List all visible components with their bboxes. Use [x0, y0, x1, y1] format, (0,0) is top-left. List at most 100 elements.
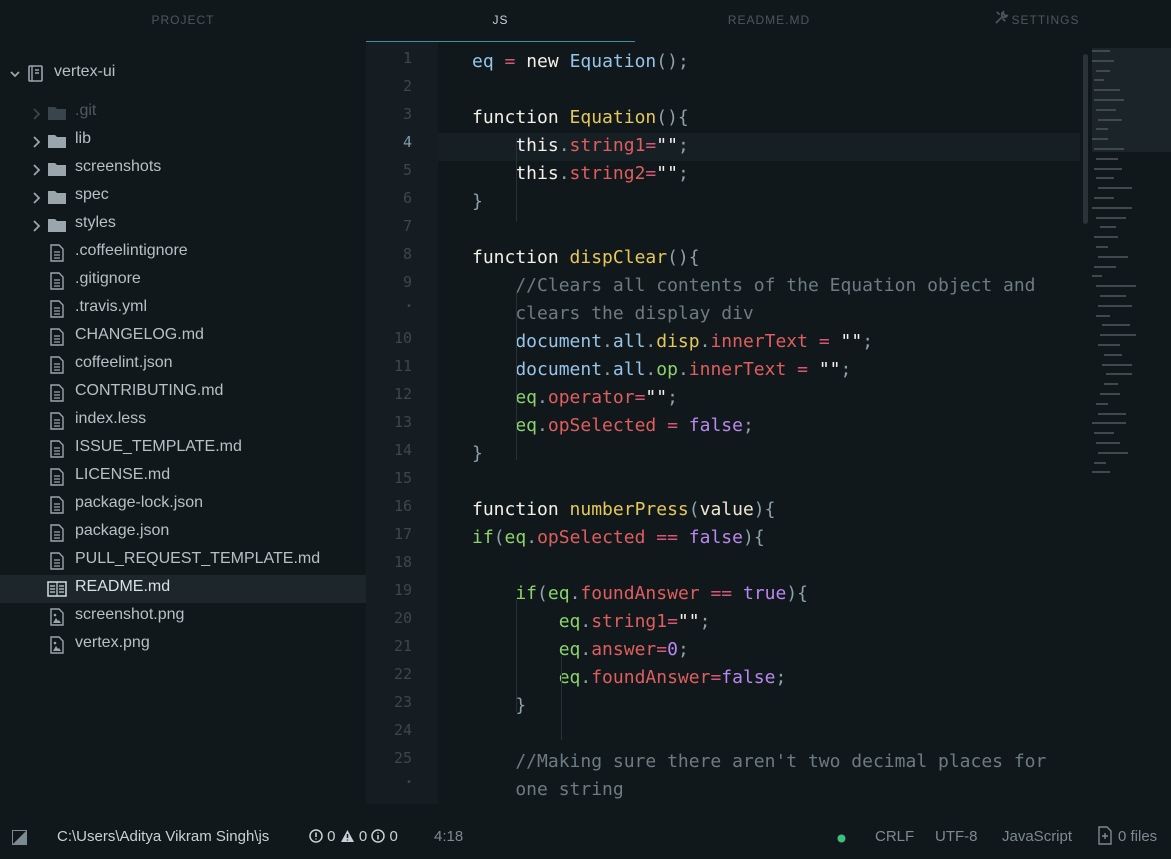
code-token: "" [818, 359, 841, 380]
code-line[interactable]: eq.foundAnswer=false; [472, 664, 787, 692]
tree-file[interactable]: .gitignore [0, 267, 366, 295]
code-line[interactable]: document.all.op.innerText = ""; [472, 356, 851, 384]
code-line[interactable]: clears the display div [472, 300, 753, 328]
tree-folder[interactable]: screenshots [0, 155, 366, 183]
tab-project[interactable]: PROJECT [0, 0, 366, 42]
tree-folder[interactable]: .git [0, 99, 366, 127]
tree-item-label: .coffeelintignore [75, 242, 188, 259]
code-token: } [472, 443, 483, 464]
code-line[interactable]: } [472, 440, 483, 468]
warning-count: 0 [358, 828, 368, 845]
code-line[interactable]: function numberPress(value){ [472, 496, 775, 524]
tab-readme[interactable]: README.MD [635, 0, 903, 42]
chevron-right-icon [31, 106, 41, 120]
minimap-line [1094, 89, 1120, 92]
code-token: eq [472, 51, 494, 72]
tree-file[interactable]: package.json [0, 519, 366, 547]
code-token: = [645, 163, 657, 184]
tree-file[interactable]: package-lock.json [0, 491, 366, 519]
chevron-right-icon [31, 218, 41, 232]
code-line[interactable]: function dispClear(){ [472, 244, 700, 272]
code-token: ; [775, 667, 787, 688]
minimap-line [1092, 138, 1108, 141]
vertical-scrollbar[interactable] [1083, 54, 1088, 224]
files-count[interactable]: 0 files [1118, 828, 1157, 845]
code-token: operator [547, 387, 635, 408]
code-line[interactable]: eq.opSelected = false; [472, 412, 753, 440]
code-token: = [656, 639, 668, 660]
code-token: ( [537, 583, 548, 604]
github-files-icon[interactable] [1097, 826, 1113, 849]
encoding[interactable]: UTF-8 [935, 828, 978, 845]
minimap-line [1100, 393, 1120, 395]
cursor-position[interactable]: 4:18 [434, 828, 463, 845]
code-line[interactable]: this.string2=""; [472, 160, 688, 188]
code-token: all [612, 359, 646, 380]
code-line[interactable]: eq.operator=""; [472, 384, 678, 412]
code-line[interactable]: //Clears all contents of the Equation ob… [472, 272, 1035, 300]
grammar-selector[interactable]: JavaScript [1002, 828, 1072, 845]
minimap-line [1104, 383, 1118, 386]
tree-item-label: PULL_REQUEST_TEMPLATE.md [75, 550, 321, 567]
code-token: . [645, 359, 657, 380]
minimap-line [1102, 324, 1130, 327]
minimap-line [1092, 206, 1132, 209]
tree-folder[interactable]: styles [0, 211, 366, 239]
tree-folder[interactable]: spec [0, 183, 366, 211]
code-line[interactable]: //Making sure there aren't two decimal p… [472, 748, 1046, 776]
tree-file[interactable]: ISSUE_TEMPLATE.md [0, 435, 366, 463]
code-line[interactable]: this.string1=""; [472, 132, 688, 160]
tree-file[interactable]: .travis.yml [0, 295, 366, 323]
toggle-tree-icon[interactable] [12, 830, 27, 849]
code-line[interactable]: if(eq.foundAnswer == true){ [472, 580, 808, 608]
line-number: 24 [393, 721, 412, 739]
folder-icon [47, 104, 67, 122]
tree-file[interactable]: screenshot.png [0, 603, 366, 631]
code-line[interactable]: eq = new Equation(); [472, 48, 689, 76]
tree-file[interactable]: CHANGELOG.md [0, 323, 366, 351]
minimap-line [1098, 118, 1122, 121]
code-line[interactable]: function Equation(){ [472, 104, 689, 132]
code-token: eq [472, 639, 581, 660]
minimap-line [1094, 99, 1124, 101]
tree-file[interactable]: CONTRIBUTING.md [0, 379, 366, 407]
code-line[interactable]: if(eq.opSelected == false){ [472, 524, 765, 552]
minimap[interactable] [1080, 42, 1171, 809]
code-token: document [472, 331, 603, 352]
tree-root-vertex-ui[interactable]: vertex-ui [0, 60, 366, 88]
tree-folder[interactable]: lib [0, 127, 366, 155]
code-token: = [786, 359, 819, 380]
line-number: 16 [393, 497, 412, 515]
tree-item-label: CHANGELOG.md [75, 326, 204, 343]
folder-icon [47, 132, 67, 150]
tree-file[interactable]: LICENSE.md [0, 463, 366, 491]
code-token: answer [591, 639, 657, 660]
line-ending[interactable]: CRLF [875, 828, 914, 845]
code-token: . [580, 639, 592, 660]
tab-settings[interactable]: SETTINGS [903, 0, 1171, 42]
tree-file[interactable]: index.less [0, 407, 366, 435]
tree-file[interactable]: PULL_REQUEST_TEMPLATE.md [0, 547, 366, 575]
tab-js[interactable]: JS [366, 0, 635, 42]
minimap-line [1092, 471, 1110, 474]
tree-file[interactable]: README.md [0, 575, 366, 603]
tree-item-label: .git [75, 102, 97, 119]
code-token: . [645, 331, 657, 352]
code-line[interactable]: document.all.disp.innerText = ""; [472, 328, 873, 356]
status-bar: C:\Users\Aditya Vikram Singh\js 0 0 0 4:… [0, 809, 1171, 859]
text-editor[interactable]: 1 2 3 4 5 6 7 8 9 • 10 11 12 13 14 15 16 17 18 19 20 21 22 23 24… [366, 42, 1171, 809]
tab-settings-label: SETTINGS [1011, 13, 1080, 27]
code-line[interactable]: eq.string1=""; [472, 608, 711, 636]
code-line[interactable]: one string [472, 776, 623, 804]
code-line[interactable]: } [472, 692, 526, 720]
tree-file[interactable]: coffeelint.json [0, 351, 366, 379]
code-line[interactable]: eq.answer=0; [472, 636, 689, 664]
code-token: ; [862, 331, 874, 352]
line-number: 23 [393, 693, 412, 711]
tree-file[interactable]: .coffeelintignore [0, 239, 366, 267]
code-line[interactable]: } [472, 188, 483, 216]
diagnostics[interactable]: 0 0 0 [309, 828, 398, 845]
file-path[interactable]: C:\Users\Aditya Vikram Singh\js [57, 828, 269, 845]
code-token: == [699, 583, 743, 604]
tree-file[interactable]: vertex.png [0, 631, 366, 659]
